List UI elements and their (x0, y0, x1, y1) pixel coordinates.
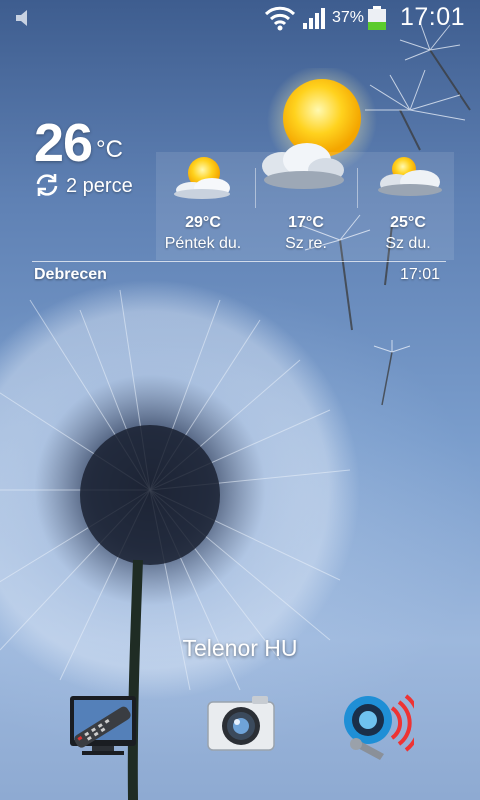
forecast-day-3: 25°C Sz du. (358, 214, 458, 253)
forecast-day-1: 29°C Péntek du. (153, 214, 253, 253)
forecast-temp: 25°C (390, 214, 426, 231)
update-time: 17:01 (400, 266, 441, 283)
forecast-divider (357, 168, 358, 208)
weather-widget[interactable]: 26 °C 2 perce 29°C Péntek du. 17°C Sz re… (0, 0, 480, 300)
sun-cloud-icon (174, 157, 230, 199)
current-temperature: 26 (34, 113, 93, 173)
refresh-icon[interactable] (34, 172, 60, 198)
city-name: Debrecen (34, 266, 107, 283)
widget-divider (32, 261, 446, 262)
forecast-day: Péntek du. (164, 235, 242, 252)
forecast-day: Sz re. (285, 235, 327, 252)
forecast-temp: 29°C (185, 214, 221, 231)
forecast-temp: 17°C (288, 214, 324, 231)
camera-app-icon[interactable] (204, 688, 278, 762)
dandelion-stem (127, 559, 143, 800)
forecast-day-2: 17°C Sz re. (256, 214, 356, 253)
last-updated: 2 perce (66, 175, 133, 197)
sun-cloud-icon (378, 157, 442, 196)
ip-cam-app-icon[interactable] (340, 688, 414, 762)
cloud-icon (262, 143, 344, 189)
tv-remote-app-icon[interactable] (66, 688, 140, 762)
temperature-unit: °C (96, 136, 123, 163)
forecast-day: Sz du. (385, 235, 431, 252)
carrier-label: Telenor HU (182, 635, 298, 661)
